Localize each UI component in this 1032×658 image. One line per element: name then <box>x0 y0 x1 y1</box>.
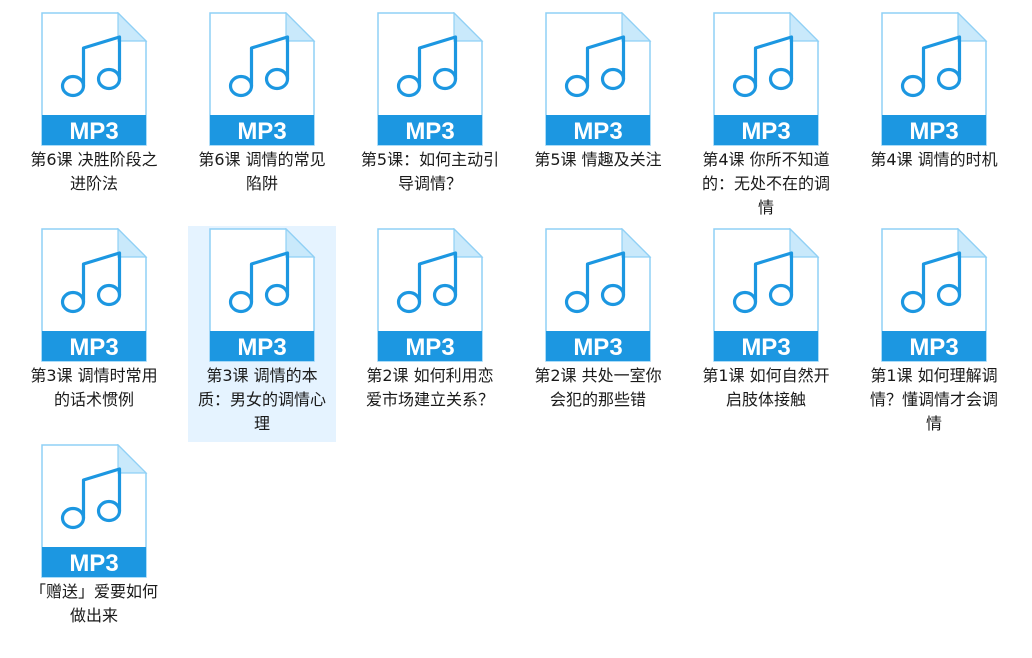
file-name-label: 第6课 调情的常见陷阱 <box>198 150 326 193</box>
mp3-audio-file-icon: MP3 <box>41 444 148 578</box>
file-name-label: 第3课 调情的本质：男女的调情心理 <box>197 366 326 433</box>
file-item[interactable]: MP3 第5课 情趣及关注 <box>524 10 672 226</box>
mp3-audio-file-icon: MP3 <box>209 12 316 146</box>
file-item[interactable]: MP3 第2课 如何利用恋爱市场建立关系？ <box>356 226 504 442</box>
mp3-badge-text: MP3 <box>741 334 790 361</box>
mp3-audio-file-icon: MP3 <box>41 228 148 362</box>
file-name-label: 「赠送」爱要如何做出来 <box>29 582 158 625</box>
mp3-badge-text: MP3 <box>69 550 118 577</box>
mp3-badge-text: MP3 <box>237 334 286 361</box>
file-item[interactable]: MP3 第1课 如何理解调情？懂调情才会调情 <box>860 226 1008 442</box>
file-name-label: 第1课 如何理解调情？懂调情才会调情 <box>869 366 998 433</box>
mp3-badge-text: MP3 <box>573 118 622 145</box>
mp3-badge-text: MP3 <box>69 334 118 361</box>
file-item[interactable]: MP3 第6课 决胜阶段之进阶法 <box>20 10 168 226</box>
mp3-audio-file-icon: MP3 <box>377 12 484 146</box>
mp3-badge-text: MP3 <box>237 118 286 145</box>
mp3-badge-text: MP3 <box>909 118 958 145</box>
file-name-label: 第6课 决胜阶段之进阶法 <box>30 150 158 193</box>
mp3-badge-text: MP3 <box>405 334 454 361</box>
mp3-audio-file-icon: MP3 <box>209 228 316 362</box>
file-name-label: 第2课 如何利用恋爱市场建立关系？ <box>365 366 494 409</box>
mp3-audio-file-icon: MP3 <box>713 228 820 362</box>
mp3-badge-text: MP3 <box>405 118 454 145</box>
mp3-audio-file-icon: MP3 <box>545 228 652 362</box>
file-name-label: 第5课：如何主动引导调情？ <box>360 150 500 193</box>
file-name-label: 第4课 调情的时机 <box>870 150 998 169</box>
file-name-label: 第1课 如何自然开启肢体接触 <box>702 366 830 409</box>
mp3-badge-text: MP3 <box>741 118 790 145</box>
file-name-label: 第2课 共处一室你会犯的那些错 <box>534 366 662 409</box>
file-item[interactable]: MP3 第4课 调情的时机 <box>860 10 1008 226</box>
mp3-audio-file-icon: MP3 <box>377 228 484 362</box>
file-name-label: 第5课 情趣及关注 <box>534 150 662 169</box>
mp3-badge-text: MP3 <box>69 118 118 145</box>
mp3-audio-file-icon: MP3 <box>881 228 988 362</box>
file-name-label: 第4课 你所不知道的：无处不在的调情 <box>701 150 830 217</box>
file-item[interactable]: MP3 第5课：如何主动引导调情？ <box>356 10 504 226</box>
file-name-label: 第3课 调情时常用的话术惯例 <box>30 366 158 409</box>
file-item[interactable]: MP3 第1课 如何自然开启肢体接触 <box>692 226 840 442</box>
mp3-audio-file-icon: MP3 <box>545 12 652 146</box>
mp3-audio-file-icon: MP3 <box>881 12 988 146</box>
file-grid: MP3 第6课 决胜阶段之进阶法 MP3 第6课 调情的常见陷阱 MP3 第5课… <box>20 10 1028 658</box>
file-item[interactable]: MP3 第2课 共处一室你会犯的那些错 <box>524 226 672 442</box>
mp3-audio-file-icon: MP3 <box>713 12 820 146</box>
file-item[interactable]: MP3 第4课 你所不知道的：无处不在的调情 <box>692 10 840 226</box>
file-item[interactable]: MP3 第3课 调情时常用的话术惯例 <box>20 226 168 442</box>
file-item[interactable]: MP3 「赠送」爱要如何做出来 <box>20 442 168 658</box>
file-item[interactable]: MP3 第6课 调情的常见陷阱 <box>188 10 336 226</box>
file-item[interactable]: MP3 第3课 调情的本质：男女的调情心理 <box>188 226 336 442</box>
mp3-badge-text: MP3 <box>909 334 958 361</box>
mp3-badge-text: MP3 <box>573 334 622 361</box>
mp3-audio-file-icon: MP3 <box>41 12 148 146</box>
